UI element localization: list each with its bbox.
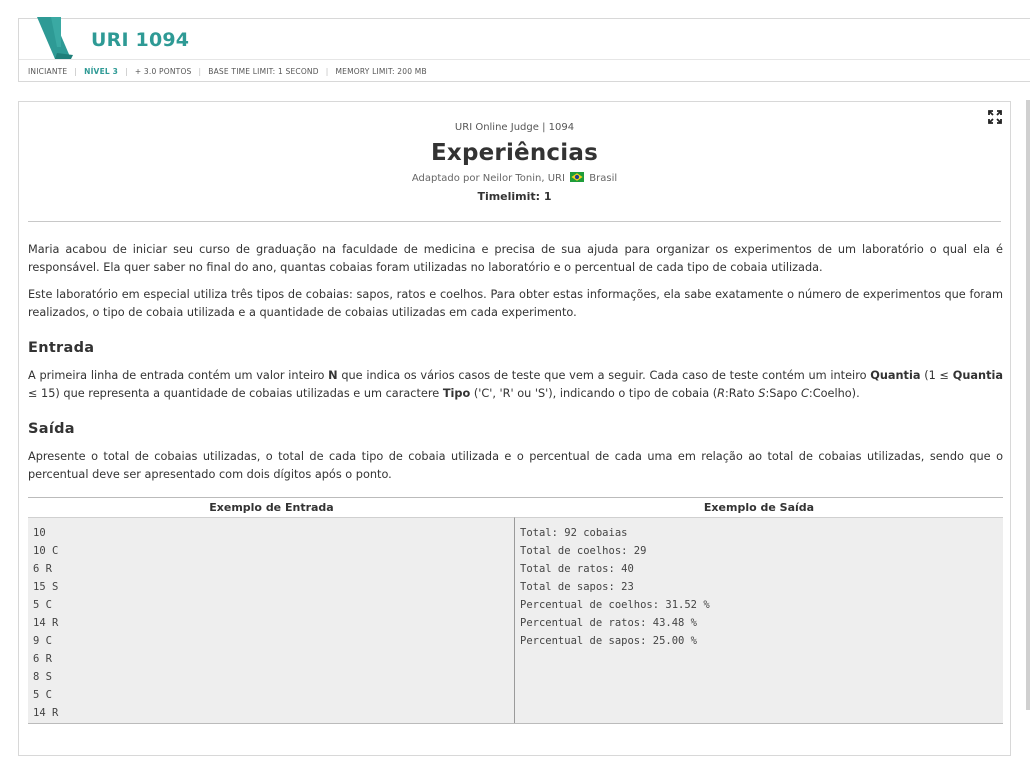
example-input-code[interactable]: 10 10 C 6 R 15 S 5 C 14 R 9 C 6 R 8 S 5 C 14 R bbox=[28, 517, 515, 723]
meta-separator: | bbox=[325, 66, 329, 76]
meta-separator: | bbox=[198, 66, 202, 76]
author-country: Brasil bbox=[589, 173, 618, 184]
code-line: 15 S bbox=[33, 581, 59, 593]
problem-timelimit: Timelimit: 1 bbox=[477, 190, 552, 203]
problem-header: URI 1094 INICIANTE | NÍVEL 3 | + 3.0 PON… bbox=[18, 17, 1030, 82]
code-line: 10 C bbox=[33, 545, 59, 557]
points-label: + 3.0 PONTOS bbox=[134, 66, 192, 76]
code-line: Total de ratos: 40 bbox=[520, 563, 634, 575]
uri-logo-icon[interactable] bbox=[37, 17, 79, 59]
level-label: NÍVEL 3 bbox=[84, 66, 119, 76]
code-line: Total de sapos: 23 bbox=[520, 581, 634, 593]
output-section-title: Saída bbox=[28, 421, 75, 437]
description-paragraph: Maria acabou de iniciar seu curso de gra… bbox=[28, 243, 1003, 274]
problem-code-title: URI 1094 bbox=[91, 29, 190, 51]
code-line: 10 bbox=[33, 527, 46, 539]
output-description: Apresente o total de cobaias utilizadas,… bbox=[28, 450, 1003, 481]
examples-table: Exemplo de Entrada Exemplo de Saída 10 10… bbox=[28, 497, 1003, 724]
problem-meta-bar: INICIANTE | NÍVEL 3 | + 3.0 PONTOS | BAS… bbox=[19, 59, 1030, 82]
divider bbox=[28, 221, 1001, 222]
code-line: 6 R bbox=[33, 653, 52, 665]
meta-separator: | bbox=[125, 66, 128, 76]
description-paragraph: Este laboratório em especial utiliza trê… bbox=[28, 288, 1003, 319]
memory-limit-label: MEMORY LIMIT: 200 MB bbox=[335, 66, 427, 76]
example-output-header: Exemplo de Saída bbox=[515, 498, 1003, 517]
brazil-flag-icon bbox=[570, 172, 585, 182]
code-line: 14 R bbox=[33, 707, 59, 719]
author-text: Adaptado por Neilor Tonin, URI bbox=[411, 173, 565, 184]
code-line: Total de coelhos: 29 bbox=[520, 545, 647, 557]
category-label[interactable]: INICIANTE bbox=[28, 67, 67, 76]
code-line: Percentual de sapos: 25.00 % bbox=[520, 635, 698, 647]
code-line: Total: 92 cobaias bbox=[520, 527, 628, 539]
code-line: Percentual de coelhos: 31.52 % bbox=[520, 599, 710, 611]
input-section-title: Entrada bbox=[28, 340, 95, 356]
time-limit-label: BASE TIME LIMIT: 1 SECOND bbox=[208, 66, 319, 76]
code-line: 14 R bbox=[33, 617, 59, 629]
code-line: 6 R bbox=[33, 563, 52, 575]
problem-source: URI Online Judge | 1094 bbox=[454, 122, 575, 133]
example-output-code[interactable]: Total: 92 cobaias Total de coelhos: 29 Tot… bbox=[515, 517, 1003, 723]
problem-author: Adaptado por Neilor Tonin, URI Brasil bbox=[19, 172, 1010, 184]
scrollbar[interactable] bbox=[1026, 100, 1030, 710]
code-line: 8 S bbox=[33, 671, 52, 683]
code-line: 9 C bbox=[33, 635, 52, 647]
meta-separator: | bbox=[74, 66, 78, 76]
page-title: Experiências bbox=[431, 140, 598, 166]
code-line: 5 C bbox=[33, 599, 52, 611]
example-input-header: Exemplo de Entrada bbox=[28, 498, 515, 517]
problem-card: URI Online Judge | 1094 Experiências Ada… bbox=[18, 101, 1011, 756]
input-description: A primeira linha de entrada contém um va… bbox=[28, 369, 1003, 400]
code-line: 5 C bbox=[33, 689, 52, 701]
code-line: Percentual de ratos: 43.48 % bbox=[520, 617, 698, 629]
